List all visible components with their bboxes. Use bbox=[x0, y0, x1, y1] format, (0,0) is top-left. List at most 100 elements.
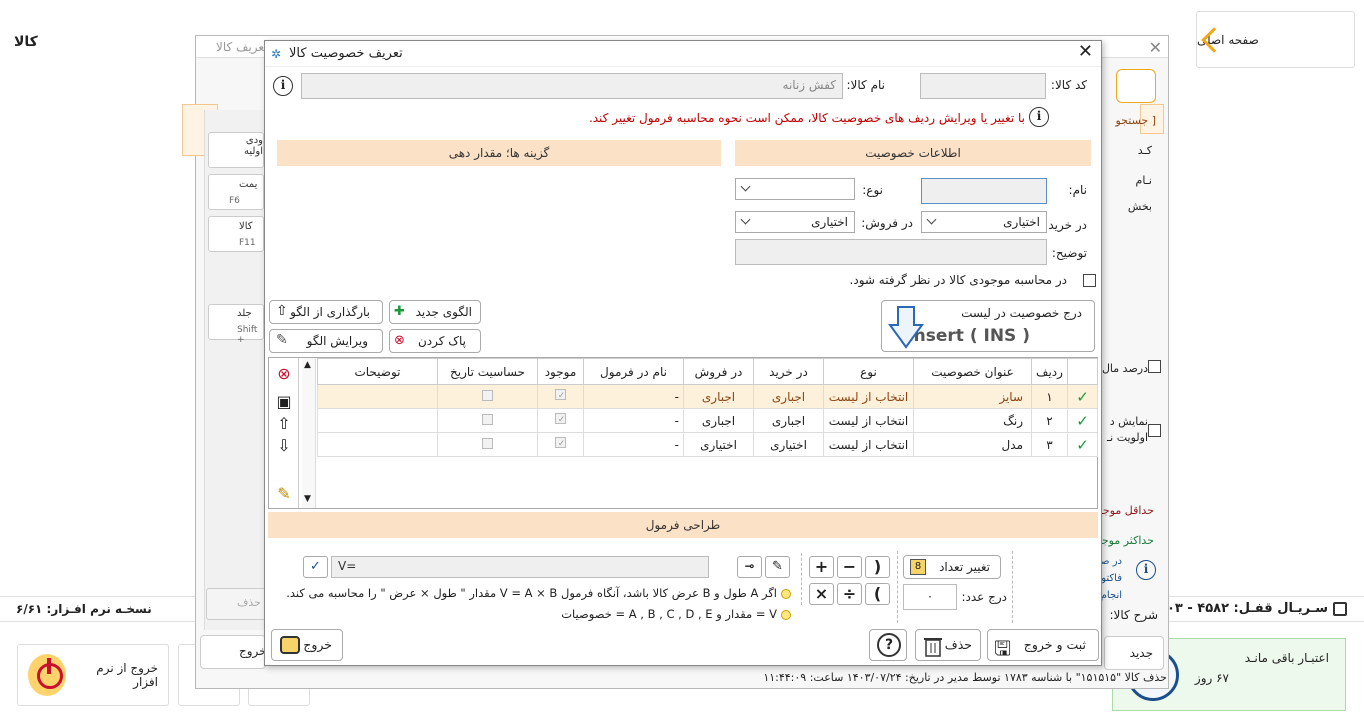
close-icon[interactable]: ✕ bbox=[1149, 38, 1162, 57]
exit-button[interactable]: خروج bbox=[271, 629, 343, 661]
arrow-down-icon[interactable]: ⇩ bbox=[274, 436, 294, 456]
delete-row-icon[interactable]: ⊗ bbox=[274, 364, 294, 384]
row-buy: اجباری bbox=[753, 408, 824, 433]
insert-number-label: درج عدد: bbox=[961, 590, 1007, 604]
minus-button[interactable]: − bbox=[837, 556, 862, 578]
row-stock[interactable] bbox=[537, 384, 584, 409]
side-button-cover[interactable]: جلد Shift + bbox=[208, 304, 264, 345]
grid-scrollbar[interactable]: ▲ ▼ bbox=[302, 358, 316, 508]
help-button[interactable]: ? bbox=[869, 629, 907, 661]
multiply-button[interactable]: × bbox=[809, 583, 834, 605]
percent-fragment: درصد مال bbox=[1101, 362, 1148, 375]
side-button-label: کالا bbox=[239, 221, 253, 232]
stock-calc-checkbox[interactable] bbox=[1083, 274, 1096, 287]
delete-button[interactable]: حذف bbox=[915, 629, 981, 661]
chevron-down-icon[interactable]: ▼ bbox=[304, 494, 311, 504]
save-icon[interactable]: ▣ bbox=[274, 392, 294, 412]
col-header[interactable]: در خرید bbox=[753, 358, 824, 385]
key-icon[interactable]: ⊸ bbox=[737, 556, 762, 578]
number-input[interactable]: ۰ bbox=[903, 584, 957, 610]
load-pattern-button[interactable]: بارگذاری از الگو ⇧ bbox=[269, 300, 383, 324]
close-paren-button[interactable]: ( bbox=[865, 583, 890, 605]
col-header[interactable]: موجود bbox=[537, 358, 584, 385]
date-checkbox[interactable] bbox=[482, 389, 493, 401]
plus-button[interactable]: + bbox=[809, 556, 834, 578]
stock-checkbox[interactable] bbox=[555, 437, 566, 448]
pencil-icon[interactable]: ✎ bbox=[765, 556, 790, 578]
back-exit-button[interactable]: خروج bbox=[200, 635, 267, 669]
exit-software-button[interactable]: خروج از نرم افزار bbox=[17, 644, 169, 706]
row-stock[interactable] bbox=[537, 408, 584, 433]
row-date[interactable] bbox=[437, 384, 538, 409]
date-checkbox[interactable] bbox=[482, 413, 493, 425]
stock-calc-label: در محاسبه موجودی کالا در نظر گرفته شود. bbox=[849, 273, 1067, 287]
percent-checkbox[interactable] bbox=[1148, 360, 1161, 373]
name-label: نام کالا: bbox=[846, 78, 886, 92]
code-input[interactable] bbox=[920, 73, 1046, 99]
col-header[interactable]: توضیحات bbox=[317, 358, 438, 385]
date-checkbox[interactable] bbox=[482, 437, 493, 449]
row-number: ۱ bbox=[1031, 384, 1068, 409]
change-count-button[interactable]: تغییر تعداد 8 bbox=[903, 555, 1001, 579]
row-date[interactable] bbox=[437, 432, 538, 457]
info-icon[interactable]: i bbox=[1136, 560, 1156, 580]
property-name-input[interactable] bbox=[921, 178, 1047, 204]
side-button-product[interactable]: کالا F11 bbox=[208, 216, 264, 252]
insert-title: درج خصوصیت در لیست bbox=[961, 306, 1082, 320]
col-header[interactable]: ردیف bbox=[1031, 358, 1068, 385]
save-icon: 🖫 bbox=[994, 636, 1012, 660]
row-buy: اختیاری bbox=[753, 432, 824, 457]
stock-checkbox[interactable] bbox=[555, 389, 566, 400]
name-field-label: نام: bbox=[1068, 183, 1087, 197]
row-date[interactable] bbox=[437, 408, 538, 433]
col-header[interactable]: عنوان خصوصیت bbox=[913, 358, 1032, 385]
save-icon[interactable] bbox=[1116, 69, 1156, 103]
save-exit-button[interactable]: ثبت و خروج 🖫 bbox=[987, 629, 1099, 661]
clear-label: پاک کردن bbox=[417, 334, 466, 348]
side-button-label: جلد bbox=[237, 308, 252, 319]
load-pattern-label: بارگذاری از الگو bbox=[290, 305, 370, 319]
arrow-up-icon[interactable]: ⇧ bbox=[274, 414, 294, 434]
col-header[interactable]: در فروش bbox=[683, 358, 754, 385]
back-new-button[interactable]: جدید bbox=[1104, 636, 1164, 670]
col-header[interactable]: نوع bbox=[823, 358, 914, 385]
stock-checkbox[interactable] bbox=[555, 413, 566, 424]
side-button-price[interactable]: یمت F6 bbox=[208, 174, 264, 210]
table-row[interactable]: ✓ ۳ مدل انتخاب از لیست اختیاری اختیاری - bbox=[317, 432, 1098, 457]
clear-icon: ⊗ bbox=[394, 333, 405, 348]
chevron-up-icon[interactable]: ▲ bbox=[304, 360, 311, 370]
type-select[interactable] bbox=[735, 178, 855, 200]
divide-button[interactable]: ÷ bbox=[837, 583, 862, 605]
table-row[interactable]: ✓ ۱ سایز انتخاب از لیست اجباری اجباری - bbox=[317, 384, 1098, 409]
arrow-down-icon bbox=[888, 306, 924, 349]
edit-pattern-button[interactable]: ویرایش الگو ✎ bbox=[269, 329, 383, 353]
table-row[interactable]: ✓ ۲ رنگ انتخاب از لیست اجباری اجباری - bbox=[317, 408, 1098, 433]
close-icon[interactable]: ✕ bbox=[1078, 42, 1093, 62]
open-paren-button[interactable]: ) bbox=[865, 556, 890, 578]
sale-select[interactable]: اختیاری bbox=[735, 211, 855, 233]
confirm-formula-icon[interactable]: ✓ bbox=[303, 556, 328, 578]
show-checkbox[interactable] bbox=[1148, 424, 1161, 437]
side-button-initial-stock[interactable]: ودی اولیه bbox=[208, 132, 264, 168]
home-button[interactable]: صفحه اصلی bbox=[1196, 11, 1355, 68]
col-header[interactable]: حساسیت تاریخ bbox=[437, 358, 538, 385]
formula-input[interactable]: V= bbox=[331, 556, 709, 578]
row-formula: - bbox=[583, 432, 684, 457]
product-name-input[interactable]: کفش زنانه bbox=[301, 73, 843, 99]
description-input[interactable] bbox=[735, 239, 1047, 265]
col-header[interactable]: نام در فرمول bbox=[583, 358, 684, 385]
save-exit-label: ثبت و خروج bbox=[1023, 637, 1086, 652]
new-pattern-button[interactable]: الگوی جدید ✚ bbox=[389, 300, 481, 324]
formula-warning: با تغییر یا ویرایش ردیف های خصوصیت کالا،… bbox=[588, 111, 1025, 125]
info-icon[interactable]: i bbox=[273, 76, 293, 96]
software-version: نسخـه نرم افـزار: ۶/۶۱ bbox=[16, 602, 152, 616]
insert-property-button[interactable]: درج خصوصیت در لیست Insert ( INS ) bbox=[881, 300, 1095, 352]
min-stock-fragment: حداقل موجو bbox=[1097, 504, 1154, 517]
clear-button[interactable]: پاک کردن ⊗ bbox=[389, 329, 481, 353]
copy-icon[interactable] bbox=[1333, 602, 1347, 616]
back-delete-button[interactable]: حذف bbox=[206, 588, 270, 620]
purchase-select[interactable]: اختیاری bbox=[921, 211, 1047, 233]
description-label: توضیح: bbox=[1051, 246, 1087, 260]
row-stock[interactable] bbox=[537, 432, 584, 457]
pencil-icon[interactable]: ✎ bbox=[274, 484, 294, 504]
